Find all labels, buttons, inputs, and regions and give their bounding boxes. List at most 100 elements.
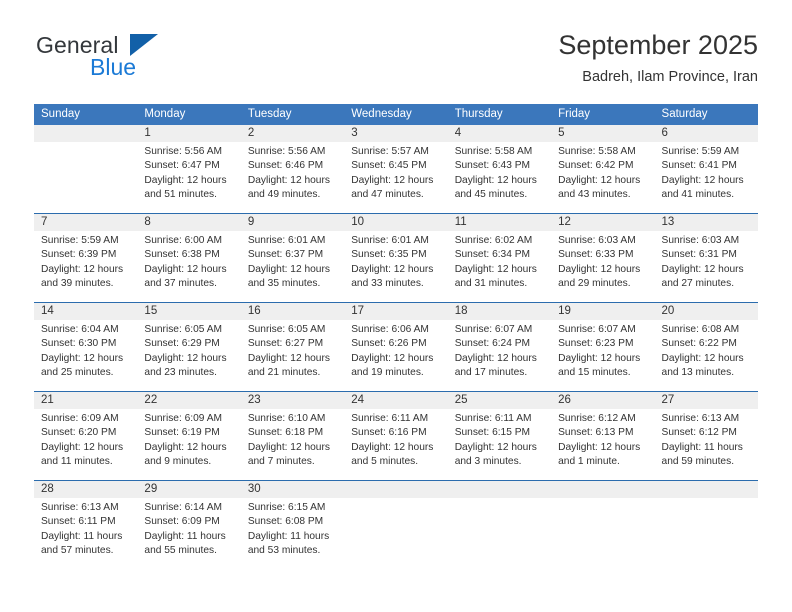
calendar-cell: 26 Sunrise: 6:12 AM Sunset: 6:13 PM Dayligh… [551,391,655,481]
day-cell[interactable]: 1 Sunrise: 5:56 AM Sunset: 6:47 PM Daylight… [137,125,241,213]
day-cell[interactable]: 15 Sunrise: 6:05 AM Sunset: 6:29 PM Dayligh… [137,303,241,391]
day-cell[interactable]: 22 Sunrise: 6:09 AM Sunset: 6:19 PM Dayligh… [137,392,241,480]
calendar-cell: 13 Sunrise: 6:03 AM Sunset: 6:31 PM Dayligh… [654,213,758,303]
day-cell[interactable]: 8 Sunrise: 6:00 AM Sunset: 6:38 PM Daylight… [137,214,241,302]
day-cell[interactable]: 7 Sunrise: 5:59 AM Sunset: 6:39 PM Daylight… [34,214,138,302]
day-details: Sunrise: 6:01 AM Sunset: 6:37 PM Daylight:… [241,231,344,292]
day-cell[interactable]: 11 Sunrise: 6:02 AM Sunset: 6:34 PM Dayligh… [447,214,552,302]
day-details: Sunrise: 5:57 AM Sunset: 6:45 PM Daylight:… [344,142,447,203]
day-cell[interactable]: 2 Sunrise: 5:56 AM Sunset: 6:46 PM Daylight… [240,125,345,213]
day-number: 7 [34,214,138,231]
daylight-text: Daylight: 11 hours [144,530,226,542]
daylight-text: and 15 minutes. [558,367,631,379]
day-cell[interactable]: 13 Sunrise: 6:03 AM Sunset: 6:31 PM Dayligh… [654,214,758,302]
sunset-text: Sunset: 6:47 PM [144,160,220,172]
sunrise-text: Sunrise: 6:05 AM [247,324,326,335]
daylight-text: Daylight: 12 hours [247,352,330,364]
sunset-text: Sunset: 6:24 PM [454,338,531,350]
day-cell[interactable]: 17 Sunrise: 6:06 AM Sunset: 6:26 PM Dayligh… [344,303,448,391]
day-cell[interactable]: 30 Sunrise: 6:15 AM Sunset: 6:08 PM Dayligh… [240,481,345,569]
daylight-text: and 1 minute. [558,456,620,468]
day-cell[interactable]: 9 Sunrise: 6:01 AM Sunset: 6:37 PM Daylight… [240,214,345,302]
calendar-cell: 21 Sunrise: 6:09 AM Sunset: 6:20 PM Dayligh… [34,391,138,481]
day-cell-empty [551,481,655,569]
day-number: 20 [654,303,758,320]
day-cell[interactable]: 27 Sunrise: 6:13 AM Sunset: 6:12 PM Dayligh… [654,392,758,480]
calendar-cell: 3 Sunrise: 5:57 AM Sunset: 6:45 PM Daylight… [344,125,448,214]
day-cell[interactable]: 28 Sunrise: 6:13 AM Sunset: 6:11 PM Dayligh… [34,481,138,569]
day-number: 27 [654,392,758,409]
sunset-text: Sunset: 6:37 PM [247,249,324,261]
day-number: 17 [344,303,448,320]
sunrise-text: Sunrise: 5:59 AM [41,235,119,246]
daylight-text: Daylight: 12 hours [558,263,641,275]
day-cell[interactable]: 14 Sunrise: 6:04 AM Sunset: 6:30 PM Dayligh… [34,303,138,391]
daylight-text: and 45 minutes. [454,189,528,201]
day-number: 4 [447,125,552,142]
daylight-text: Daylight: 12 hours [558,352,641,364]
daylight-text: Daylight: 12 hours [247,174,330,186]
sunrise-text: Sunrise: 6:09 AM [144,413,223,424]
day-number: 2 [240,125,345,142]
daylight-text: and 55 minutes. [144,545,217,557]
day-cell[interactable]: 10 Sunrise: 6:01 AM Sunset: 6:35 PM Dayligh… [344,214,448,302]
daylight-text: and 39 minutes. [41,278,114,290]
daylight-text: Daylight: 12 hours [454,441,537,453]
calendar-week-row: 28 Sunrise: 6:13 AM Sunset: 6:11 PM Dayligh… [34,480,758,569]
day-cell-empty [654,481,758,569]
calendar-header-row: Sunday Monday Tuesday Wednesday Thursday… [34,104,758,125]
sunrise-text: Sunrise: 5:58 AM [454,146,533,157]
calendar-week-row: 7 Sunrise: 5:59 AM Sunset: 6:39 PM Daylight… [34,213,758,303]
calendar-cell: 12 Sunrise: 6:03 AM Sunset: 6:33 PM Dayligh… [551,213,655,303]
day-number: 9 [240,214,345,231]
day-cell[interactable]: 3 Sunrise: 5:57 AM Sunset: 6:45 PM Daylight… [344,125,448,213]
sunrise-text: Sunrise: 6:11 AM [454,413,532,424]
generalblue-logo[interactable]: General Blue [34,28,264,90]
calendar-cell: 15 Sunrise: 6:05 AM Sunset: 6:29 PM Dayligh… [137,302,241,392]
calendar-cell: 8 Sunrise: 6:00 AM Sunset: 6:38 PM Daylight… [137,213,241,303]
day-details: Sunrise: 6:12 AM Sunset: 6:13 PM Daylight:… [551,409,654,470]
daylight-text: and 33 minutes. [351,278,424,290]
sunrise-text: Sunrise: 6:10 AM [247,413,326,424]
sunset-text: Sunset: 6:22 PM [661,338,737,350]
day-number [654,481,758,498]
sunset-text: Sunset: 6:26 PM [351,338,427,350]
day-cell[interactable]: 25 Sunrise: 6:11 AM Sunset: 6:15 PM Dayligh… [447,392,552,480]
day-cell[interactable]: 26 Sunrise: 6:12 AM Sunset: 6:13 PM Dayligh… [551,392,655,480]
day-number [344,481,448,498]
day-cell[interactable]: 29 Sunrise: 6:14 AM Sunset: 6:09 PM Dayligh… [137,481,241,569]
day-details [344,498,447,501]
day-details: Sunrise: 6:03 AM Sunset: 6:31 PM Daylight:… [655,231,758,292]
day-number: 10 [344,214,448,231]
calendar-cell: 19 Sunrise: 6:07 AM Sunset: 6:23 PM Dayligh… [551,302,655,392]
day-cell[interactable]: 19 Sunrise: 6:07 AM Sunset: 6:23 PM Dayligh… [551,303,655,391]
daylight-text: Daylight: 11 hours [41,530,123,542]
day-cell[interactable]: 18 Sunrise: 6:07 AM Sunset: 6:24 PM Dayligh… [447,303,552,391]
daylight-text: Daylight: 12 hours [144,174,227,186]
day-cell[interactable]: 23 Sunrise: 6:10 AM Sunset: 6:18 PM Dayligh… [240,392,345,480]
day-cell[interactable]: 16 Sunrise: 6:05 AM Sunset: 6:27 PM Dayligh… [240,303,345,391]
calendar-cell: 10 Sunrise: 6:01 AM Sunset: 6:35 PM Dayligh… [344,213,448,303]
calendar-cell: 28 Sunrise: 6:13 AM Sunset: 6:11 PM Dayligh… [34,480,138,569]
day-number: 21 [34,392,138,409]
calendar-cell: 7 Sunrise: 5:59 AM Sunset: 6:39 PM Daylight… [34,213,138,303]
day-cell[interactable]: 6 Sunrise: 5:59 AM Sunset: 6:41 PM Daylight… [654,125,758,213]
sunset-text: Sunset: 6:15 PM [454,427,531,439]
day-details: Sunrise: 6:06 AM Sunset: 6:26 PM Daylight:… [344,320,447,381]
sunset-text: Sunset: 6:11 PM [41,516,116,528]
day-cell[interactable]: 21 Sunrise: 6:09 AM Sunset: 6:20 PM Dayligh… [34,392,138,480]
sunrise-text: Sunrise: 6:07 AM [558,324,636,335]
sunrise-text: Sunrise: 6:12 AM [558,413,636,424]
daylight-text: Daylight: 12 hours [144,441,227,453]
day-cell[interactable]: 12 Sunrise: 6:03 AM Sunset: 6:33 PM Dayligh… [551,214,655,302]
calendar-cell: 18 Sunrise: 6:07 AM Sunset: 6:24 PM Dayligh… [447,302,552,392]
day-details: Sunrise: 6:08 AM Sunset: 6:22 PM Daylight:… [655,320,758,381]
day-cell[interactable]: 5 Sunrise: 5:58 AM Sunset: 6:42 PM Daylight… [551,125,655,213]
day-cell[interactable]: 4 Sunrise: 5:58 AM Sunset: 6:43 PM Daylight… [447,125,552,213]
daylight-text: and 57 minutes. [41,545,114,557]
day-cell[interactable]: 24 Sunrise: 6:11 AM Sunset: 6:16 PM Dayligh… [344,392,448,480]
day-cell[interactable]: 20 Sunrise: 6:08 AM Sunset: 6:22 PM Dayligh… [654,303,758,391]
sunrise-text: Sunrise: 6:13 AM [661,413,740,424]
daylight-text: and 41 minutes. [661,189,735,201]
day-number: 24 [344,392,448,409]
